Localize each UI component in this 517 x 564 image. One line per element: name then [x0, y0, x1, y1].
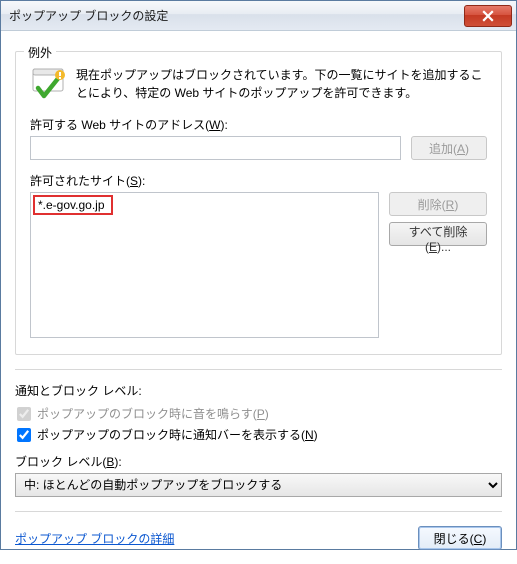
close-button[interactable]: 閉じる(C) — [418, 526, 502, 550]
details-link[interactable]: ポップアップ ブロックの詳細 — [15, 530, 174, 547]
allowed-sites-label: 許可されたサイト(S): — [30, 172, 487, 189]
remove-button[interactable]: 削除(R) — [389, 192, 487, 216]
titlebar: ポップアップ ブロックの設定 — [1, 1, 516, 31]
remove-all-button[interactable]: すべて削除(E)... — [389, 222, 487, 246]
address-input[interactable] — [30, 136, 401, 160]
sound-checkbox-label: ポップアップのブロック時に音を鳴らす(P) — [37, 405, 269, 422]
address-label: 許可する Web サイトのアドレス(W): — [30, 116, 487, 133]
bottom-row: ポップアップ ブロックの詳細 閉じる(C) — [15, 511, 502, 550]
notifybar-checkbox-row: ポップアップのブロック時に通知バーを表示する(N) — [17, 426, 502, 443]
sound-checkbox[interactable] — [17, 407, 31, 421]
notifybar-checkbox[interactable] — [17, 428, 31, 442]
block-level-select[interactable]: 中: ほとんどの自動ポップアップをブロックする — [15, 473, 502, 497]
notification-section-title: 通知とブロック レベル: — [15, 382, 502, 399]
window-title: ポップアップ ブロックの設定 — [1, 7, 168, 24]
window-close-button[interactable] — [464, 5, 512, 27]
content-area: 例外 現在ポップアップはブロックされています。下の一覧にサイトを追加することによ… — [1, 31, 516, 564]
list-item[interactable]: *.e-gov.go.jp — [33, 195, 113, 215]
add-button[interactable]: 追加(A) — [411, 136, 487, 160]
block-level-label: ブロック レベル(B): — [15, 453, 502, 470]
info-text: 現在ポップアップはブロックされています。下の一覧にサイトを追加することにより、特… — [76, 66, 487, 102]
sound-checkbox-row: ポップアップのブロック時に音を鳴らす(P) — [17, 405, 502, 422]
allow-icon — [30, 66, 66, 102]
notification-section: 通知とブロック レベル: ポップアップのブロック時に音を鳴らす(P) ポップアッ… — [15, 369, 502, 497]
allowed-sites-listbox[interactable]: *.e-gov.go.jp — [30, 192, 379, 338]
close-icon — [482, 10, 494, 22]
exceptions-group-title: 例外 — [24, 44, 56, 61]
popup-blocker-settings-window: ポップアップ ブロックの設定 例外 現在ポップアップはブロックされています。下の… — [0, 0, 517, 550]
exceptions-group: 例外 現在ポップアップはブロックされています。下の一覧にサイトを追加することによ… — [15, 51, 502, 355]
notifybar-checkbox-label: ポップアップのブロック時に通知バーを表示する(N) — [37, 426, 318, 443]
info-row: 現在ポップアップはブロックされています。下の一覧にサイトを追加することにより、特… — [30, 66, 487, 102]
